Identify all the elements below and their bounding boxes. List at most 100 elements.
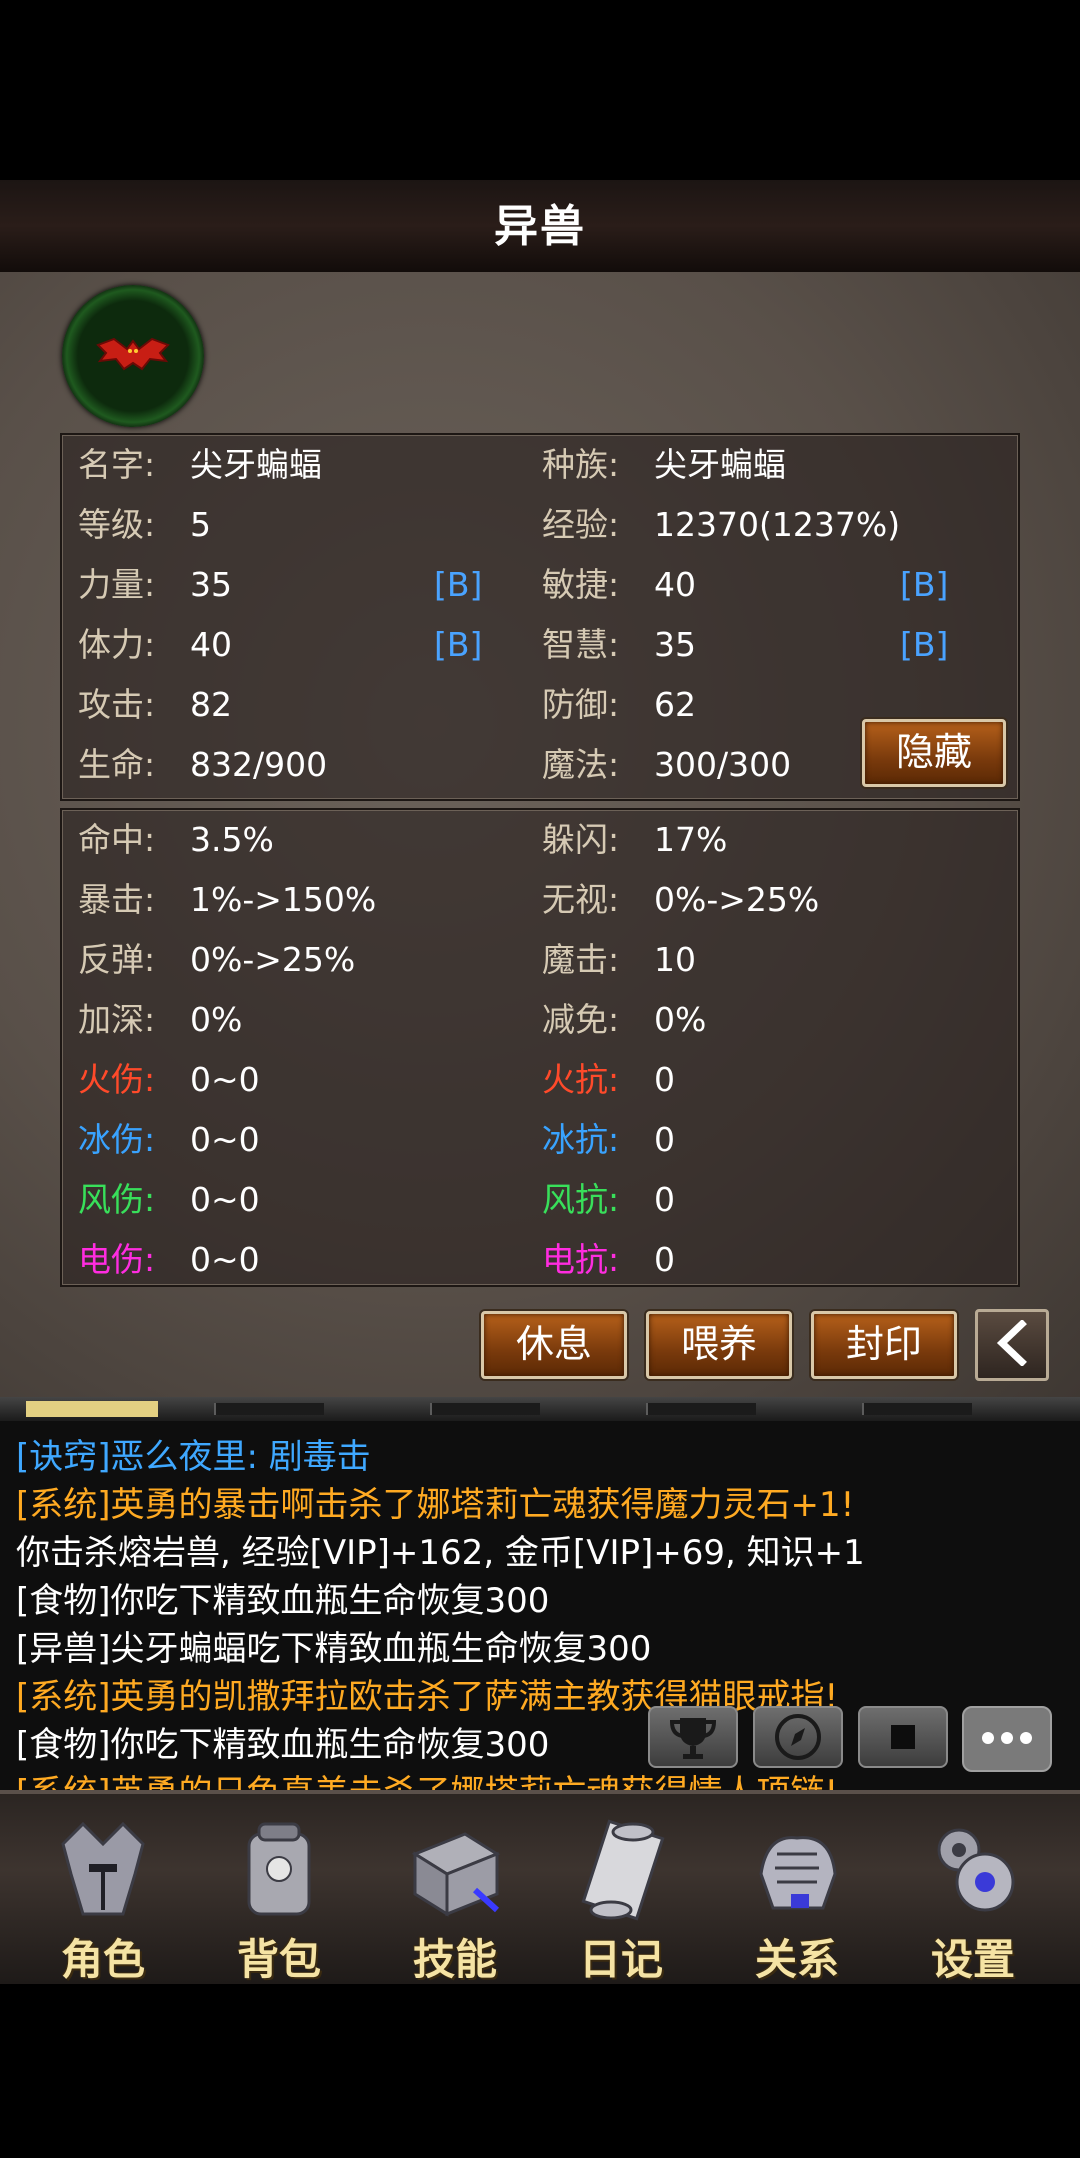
log-line: [系统]英勇的日色真美击杀了娜塔莉亡魂获得情人项链! — [16, 1769, 838, 1790]
feed-button[interactable]: 喂养 — [646, 1311, 792, 1379]
stat-label: 防御: — [542, 685, 620, 724]
stat-value: 0~0 — [190, 1120, 260, 1159]
divider-segment — [646, 1403, 756, 1415]
stat-row: 等级: 5 经验: 12370(1237%) — [62, 495, 1018, 555]
stat-value: 62 — [654, 685, 696, 724]
stat-value: 尖牙蝙蝠 — [654, 445, 786, 484]
stat-value: 1%->150% — [190, 880, 377, 919]
stat-label-wind: 风抗: — [542, 1180, 620, 1219]
stat-value: 0 — [654, 1120, 675, 1159]
stat-label: 名字: — [78, 445, 156, 484]
stat-value: 3.5% — [190, 820, 274, 859]
seal-button[interactable]: 封印 — [811, 1311, 957, 1379]
stat-row: 名字: 尖牙蝙蝠 种族: 尖牙蝙蝠 — [62, 435, 1018, 495]
gauntlet-icon — [759, 1836, 837, 1910]
bottom-nav: 角色 背包 技能 日记 关系 设置 — [0, 1790, 1080, 1984]
stat-value: 12370(1237%) — [654, 505, 901, 544]
nav-item-backpack[interactable]: 背包 — [194, 1794, 364, 1984]
log-line: [食物]你吃下精致血瓶生命恢复300 — [16, 1725, 550, 1765]
spellbook-icon — [411, 1832, 501, 1917]
square-icon — [891, 1725, 915, 1749]
stat-grade: [B] — [434, 625, 483, 664]
stat-row: 体力: 40 [B] 智慧: 35 [B] — [62, 615, 1018, 675]
stat-row: 风伤: 0~0 风抗: 0 — [62, 1170, 1018, 1230]
nav-item-diary[interactable]: 日记 — [536, 1794, 706, 1984]
nav-label: 日记 — [578, 1935, 663, 1984]
chat-button[interactable] — [962, 1706, 1052, 1772]
stat-grade: [B] — [434, 565, 483, 604]
stat-row: 火伤: 0~0 火抗: 0 — [62, 1050, 1018, 1110]
stat-label: 减免: — [542, 1000, 620, 1039]
divider-segment — [214, 1403, 324, 1415]
nav-label: 设置 — [930, 1935, 1015, 1984]
square-button[interactable] — [858, 1706, 948, 1768]
bat-icon — [96, 337, 170, 371]
stat-label: 加深: — [78, 1000, 156, 1039]
rest-button[interactable]: 休息 — [481, 1311, 627, 1379]
compass-button[interactable] — [753, 1706, 843, 1768]
stat-row: 反弹: 0%->25% 魔击: 10 — [62, 930, 1018, 990]
stat-label-fire: 火伤: — [78, 1060, 156, 1099]
back-button[interactable] — [975, 1309, 1049, 1381]
chat-bubble-icon — [982, 1732, 1032, 1744]
stat-row: 加深: 0% 减免: 0% — [62, 990, 1018, 1050]
stat-value: 82 — [190, 685, 232, 724]
stat-value: 0%->25% — [190, 940, 356, 979]
stat-label: 反弹: — [78, 940, 156, 979]
stat-value: 832/900 — [190, 745, 328, 784]
stat-label-ice: 冰抗: — [542, 1120, 620, 1159]
stat-value: 40 — [654, 565, 696, 604]
stat-value: 0 — [654, 1060, 675, 1099]
divider-segment — [430, 1403, 540, 1415]
header-bar: 异兽 — [0, 180, 1080, 276]
stat-label: 魔法: — [542, 745, 620, 784]
stat-value: 0~0 — [190, 1240, 260, 1279]
stat-label: 攻击: — [78, 685, 156, 724]
stat-label: 命中: — [78, 820, 156, 859]
backpack-icon — [247, 1822, 311, 1916]
stat-label-ice: 冰伤: — [78, 1120, 156, 1159]
pet-avatar[interactable] — [62, 285, 204, 427]
stat-row: 命中: 3.5% 躲闪: 17% — [62, 810, 1018, 870]
nav-item-skills[interactable]: 技能 — [370, 1794, 540, 1984]
nav-item-character[interactable]: 角色 — [18, 1794, 188, 1984]
nav-item-relations[interactable]: 关系 — [712, 1794, 882, 1984]
stat-value: 0~0 — [190, 1180, 260, 1219]
stat-row: 冰伤: 0~0 冰抗: 0 — [62, 1110, 1018, 1170]
stat-value: 5 — [190, 505, 211, 544]
nav-item-settings[interactable]: 设置 — [888, 1794, 1058, 1984]
nav-label: 背包 — [236, 1935, 321, 1984]
log-line: [食物]你吃下精致血瓶生命恢复300 — [16, 1581, 550, 1621]
divider-segment — [862, 1403, 972, 1415]
stat-label: 力量: — [78, 565, 156, 604]
stat-label: 等级: — [78, 505, 156, 544]
stat-label-electric: 电伤: — [78, 1240, 156, 1279]
stat-row: 暴击: 1%->150% 无视: 0%->25% — [62, 870, 1018, 930]
stat-value: 0% — [190, 1000, 243, 1039]
stat-value: 0%->25% — [654, 880, 820, 919]
nav-label: 关系 — [754, 1935, 839, 1984]
trophy-button[interactable] — [648, 1706, 738, 1768]
helmet-icon — [61, 1821, 145, 1916]
stat-label: 经验: — [542, 505, 620, 544]
log-line: [诀窍]恶么夜里: 剧毒击 — [16, 1437, 371, 1477]
exp-bar-fill — [26, 1401, 158, 1417]
stat-label: 敏捷: — [542, 565, 620, 604]
log-line: [异兽]尖牙蝙蝠吃下精致血瓶生命恢复300 — [16, 1629, 652, 1669]
stat-label: 魔击: — [542, 940, 620, 979]
stat-grade: [B] — [900, 565, 949, 604]
stat-value: 尖牙蝙蝠 — [190, 445, 322, 484]
stat-label: 生命: — [78, 745, 156, 784]
stat-grade: [B] — [900, 625, 949, 664]
hide-button[interactable]: 隐藏 — [862, 719, 1006, 787]
gear-icon — [937, 1828, 1015, 1912]
stat-label: 体力: — [78, 625, 156, 664]
compass-icon — [775, 1714, 821, 1760]
stat-label: 无视: — [542, 880, 620, 919]
stat-value: 0% — [654, 1000, 707, 1039]
scroll-icon — [581, 1819, 665, 1921]
stat-label-fire: 火抗: — [542, 1060, 620, 1099]
stat-value: 40 — [190, 625, 232, 664]
stat-value: 35 — [190, 565, 232, 604]
stat-value: 0 — [654, 1180, 675, 1219]
